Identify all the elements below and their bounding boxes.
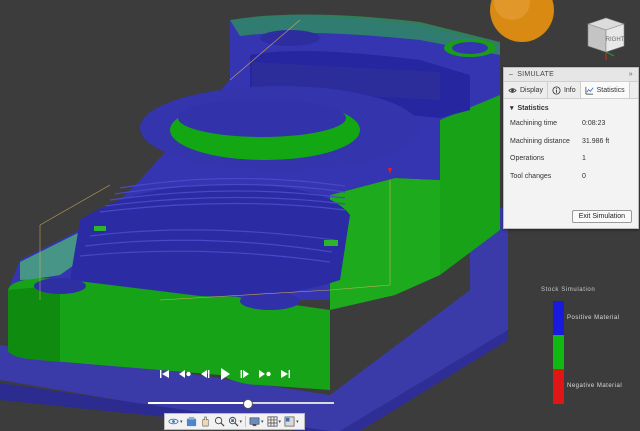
legend-positive-label: Positive Material [567, 315, 620, 321]
stat-row-machining-time: Machining time 0:08:23 [504, 115, 638, 133]
simulation-timeline[interactable] [148, 399, 334, 409]
playback-controls [155, 364, 295, 384]
bore-front-left [34, 278, 86, 294]
tab-info[interactable]: Info [548, 82, 581, 98]
legend-negative-label: Negative Material [567, 383, 623, 389]
stat-label: Machining time [510, 120, 558, 128]
view-cube-label: RIGHT [606, 37, 625, 43]
chart-icon [585, 86, 594, 94]
toolbar-divider [245, 416, 247, 427]
grid-icon [267, 416, 277, 427]
play-button[interactable] [215, 365, 235, 383]
stat-value: 0 [582, 172, 586, 180]
stat-label: Operations [510, 155, 545, 163]
legend-negative-swatch [553, 369, 564, 404]
display-settings-icon [249, 417, 260, 427]
skip-end-button[interactable] [275, 365, 295, 383]
legend-positive-swatch [553, 301, 564, 335]
step-back-button[interactable] [195, 365, 215, 383]
bore-back-right-inner [452, 42, 488, 54]
viewports-button[interactable]: ▾ [283, 415, 300, 429]
collapse-icon[interactable]: – [509, 71, 513, 78]
stat-value: 0:08:23 [582, 120, 606, 128]
legend-title: Stock Simulation [541, 287, 596, 293]
step-back-keyframe-button[interactable] [175, 365, 195, 383]
timeline-progress [148, 402, 247, 404]
fit-icon [228, 416, 239, 427]
legend-color-bar [553, 301, 564, 404]
tab-display-label: Display [520, 86, 543, 94]
tab-info-label: Info [563, 86, 576, 94]
zoom-button[interactable] [213, 415, 226, 429]
expand-icon[interactable]: » [629, 71, 633, 78]
stat-label: Machining distance [510, 137, 570, 145]
statistics-section-title: Statistics [517, 104, 549, 112]
zoom-icon [214, 416, 225, 427]
step-forward-keyframe-icon [259, 370, 271, 378]
panel-header: – SIMULATE » [504, 68, 638, 82]
info-icon [552, 85, 561, 95]
panel-tabs: Display Info Statistics [504, 82, 638, 99]
skip-end-icon [281, 370, 290, 378]
green-mark-right [324, 240, 338, 246]
part-front-wall-shade [8, 285, 60, 362]
part-right-wall [330, 178, 440, 310]
stat-row-tool-changes: Tool changes 0 [504, 168, 638, 186]
step-back-icon [201, 370, 210, 378]
stat-row-operations: Operations 1 [504, 150, 638, 168]
simulate-panel: – SIMULATE » Display Info Statistics ▾ S… [503, 67, 639, 229]
navigation-toolbar: ▾ ▾ ▾ ▾ ▾ [164, 413, 305, 430]
viewports-icon [284, 416, 295, 427]
skip-start-button[interactable] [155, 365, 175, 383]
step-forward-icon [240, 370, 249, 378]
panel-title: SIMULATE [517, 71, 555, 78]
grid-button[interactable]: ▾ [266, 415, 283, 429]
exit-simulation-button[interactable]: Exit Simulation [571, 210, 632, 223]
timeline-scrubber[interactable] [242, 399, 253, 409]
orbit-button[interactable]: ▾ [167, 415, 184, 429]
triangle-down-icon: ▾ [510, 105, 514, 112]
stat-value: 31.986 ft [582, 137, 610, 145]
tab-statistics[interactable]: Statistics [580, 82, 630, 98]
ring-boss-hole [178, 99, 346, 137]
green-mark-left [94, 226, 106, 231]
view-cube[interactable]: RIGHT [584, 14, 630, 62]
skip-start-icon [160, 370, 169, 378]
legend-neutral-swatch [553, 335, 564, 369]
step-forward-button[interactable] [235, 365, 255, 383]
stat-row-machining-distance: Machining distance 31.986 ft [504, 133, 638, 151]
look-at-icon [186, 416, 196, 427]
display-settings-button[interactable]: ▾ [248, 415, 265, 429]
step-forward-keyframe-button[interactable] [255, 365, 275, 383]
tab-display[interactable]: Display [504, 82, 548, 98]
orbit-icon [168, 418, 179, 425]
statistics-section-header[interactable]: ▾ Statistics [504, 99, 638, 115]
play-icon [221, 368, 230, 380]
eye-icon [508, 87, 517, 93]
stat-label: Tool changes [510, 172, 552, 180]
fit-button[interactable]: ▾ [227, 415, 244, 429]
stat-value: 1 [582, 155, 586, 163]
pan-icon [201, 416, 209, 427]
bore-back-left [260, 30, 320, 46]
step-back-keyframe-icon [179, 370, 191, 378]
tab-statistics-label: Statistics [596, 86, 625, 94]
pan-button[interactable] [199, 415, 212, 429]
look-at-button[interactable] [185, 415, 198, 429]
